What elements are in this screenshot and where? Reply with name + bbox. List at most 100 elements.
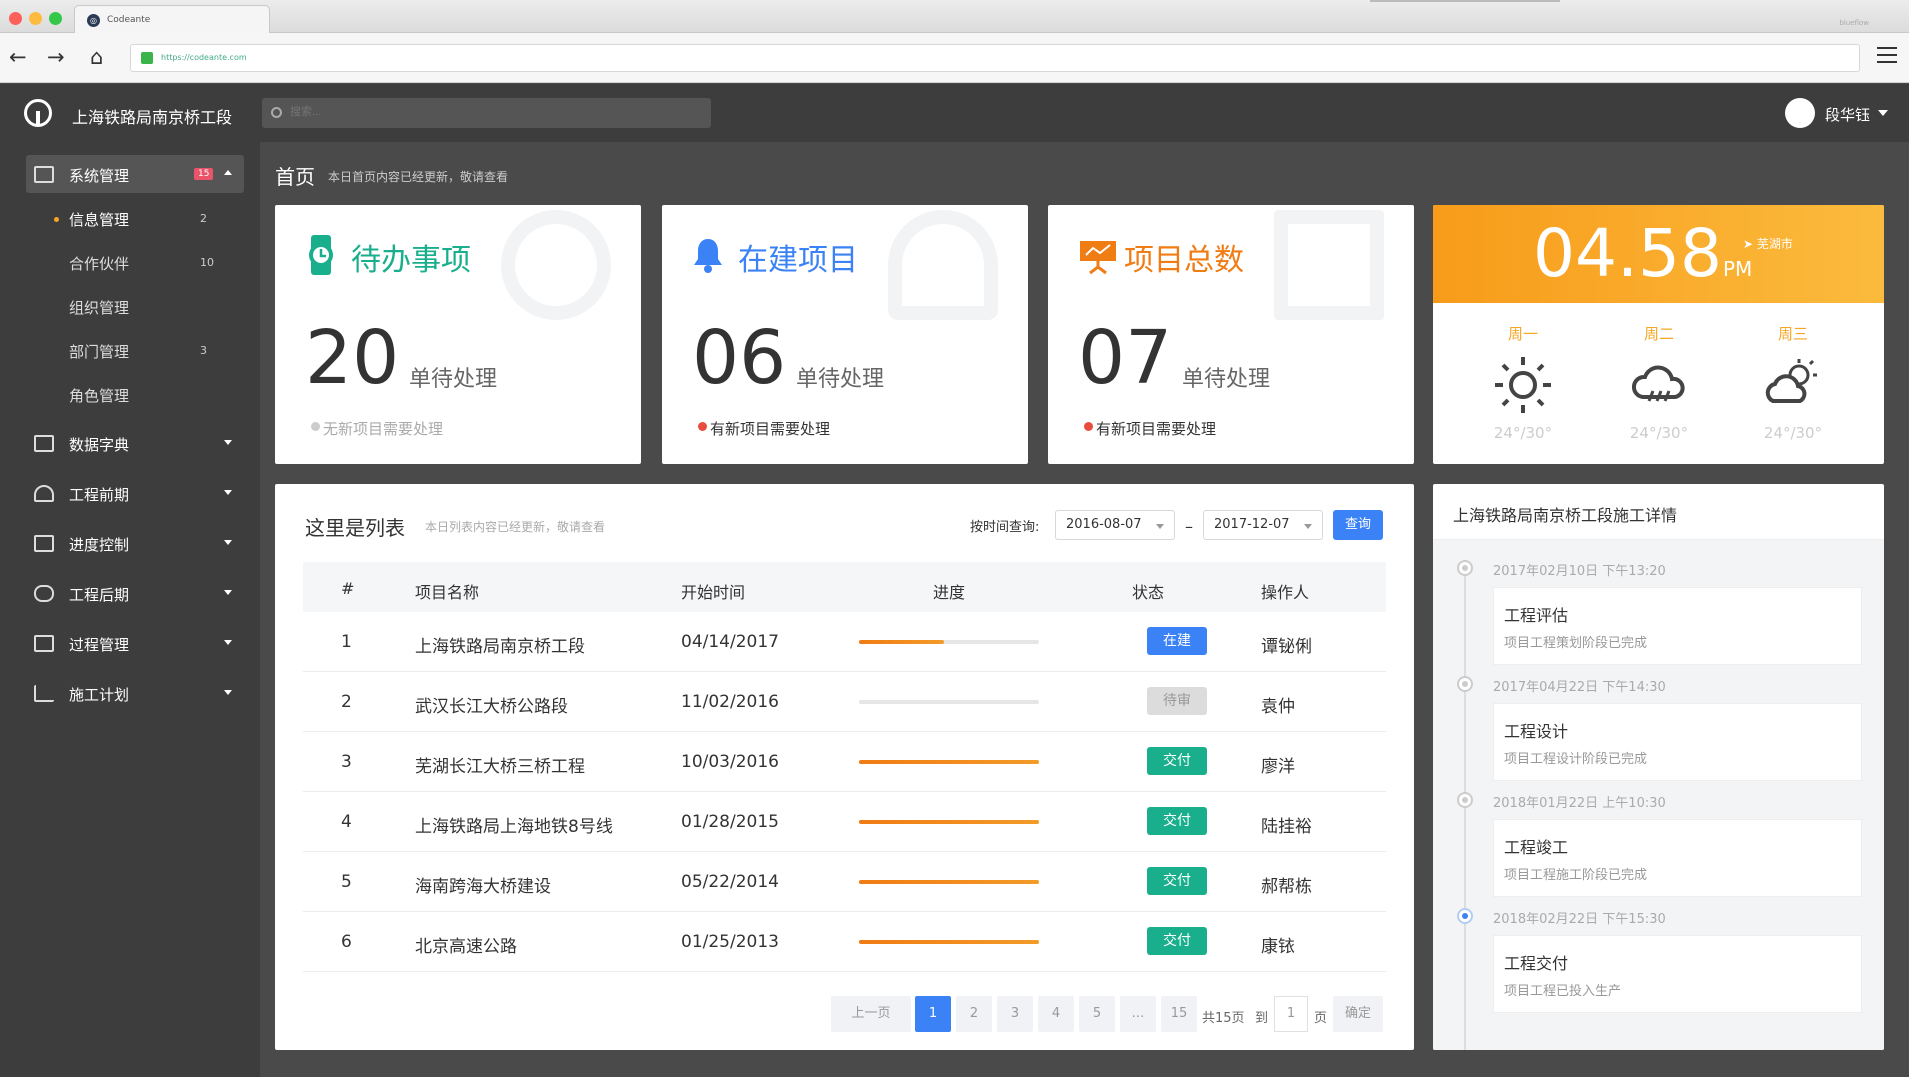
timeline-event[interactable]: 工程评估 项目工程策划阶段已完成 (1493, 587, 1862, 665)
event-title: 工程设计 (1504, 722, 1569, 741)
cell-operator: 谭铋俐 (1261, 637, 1312, 657)
card-title: 项目总数 (1124, 243, 1244, 278)
sidebar-item-process[interactable]: 过程管理 (26, 624, 244, 662)
timeline-dot-active-icon (1457, 908, 1473, 924)
weather-temp: 24°/30° (1629, 424, 1689, 442)
date-from-select[interactable]: 2016-08-07 (1055, 510, 1175, 540)
cell-operator: 廖洋 (1261, 757, 1295, 777)
avatar[interactable] (1785, 98, 1815, 128)
sidebar-subitem-organization[interactable]: 组织管理 (69, 297, 219, 327)
app-header: 上海铁路局南京桥工段 段华钰 (0, 84, 1909, 142)
confirm-goto-button[interactable]: 确定 (1333, 996, 1383, 1032)
sidebar-item-postproject[interactable]: 工程后期 (26, 574, 244, 612)
sidebar-subitem-department[interactable]: 部门管理 3 (69, 341, 219, 371)
sidebar-item-label: 施工计划 (69, 686, 130, 704)
card-title: 待办事项 (351, 243, 471, 278)
date-to-select[interactable]: 2017-12-07 (1203, 510, 1323, 540)
timeline-event[interactable]: 工程竣工 项目工程施工阶段已完成 (1493, 819, 1862, 897)
date-from-value: 2016-08-07 (1066, 517, 1142, 532)
timeline-event[interactable]: 工程交付 项目工程已投入生产 (1493, 935, 1862, 1013)
hand-icon (34, 585, 54, 602)
back-arrow-icon[interactable]: ← (9, 47, 27, 68)
card-note: 有新项目需要处理 (710, 420, 831, 438)
query-button[interactable]: 查询 (1333, 510, 1383, 540)
cell-start-date: 01/25/2013 (681, 932, 779, 952)
hamburger-menu-icon[interactable] (1877, 47, 1897, 68)
sidebar-subitem-roles[interactable]: 角色管理 (69, 385, 219, 415)
browser-profile-label[interactable]: blueflow (1839, 19, 1869, 27)
card-number-label: 单待处理 (1182, 367, 1271, 392)
user-name[interactable]: 段华钰 (1825, 104, 1870, 125)
sidebar-subitem-partners[interactable]: 合作伙伴 10 (69, 253, 219, 283)
page-button[interactable]: 5 (1079, 996, 1115, 1032)
progress-fill (859, 940, 1039, 944)
table-row[interactable]: 1 上海铁路局南京桥工段 04/14/2017 谭铋俐 在建 (303, 612, 1386, 672)
ongoing-card[interactable]: 在建项目 06 单待处理 有新项目需要处理 (662, 205, 1028, 464)
subitem-label: 信息管理 (69, 211, 130, 229)
cell-operator: 郝帮栋 (1261, 877, 1312, 897)
url-text: https://codeante.com (161, 53, 247, 62)
table-row[interactable]: 5 海南跨海大桥建设 05/22/2014 郝帮栋 交付 (303, 852, 1386, 912)
progress-bar (859, 940, 1039, 944)
page-button[interactable]: 3 (997, 996, 1033, 1032)
goto-label: 到 (1255, 1011, 1269, 1026)
close-window-button[interactable] (9, 12, 22, 25)
progress-bar (859, 820, 1039, 824)
bell-icon (694, 239, 722, 273)
page-button[interactable]: 4 (1038, 996, 1074, 1032)
monitor-icon (34, 166, 54, 183)
page-button[interactable]: 2 (956, 996, 992, 1032)
date-separator: – (1185, 517, 1193, 536)
weather-temp: 24°/30° (1493, 424, 1553, 442)
todo-card[interactable]: 待办事项 20 单待处理 无新项目需要处理 (275, 205, 641, 464)
column-header: 操作人 (1261, 583, 1310, 602)
sidebar-item-label: 系统管理 (69, 167, 130, 185)
table-row[interactable]: 3 芜湖长江大桥三桥工程 10/03/2016 廖洋 交付 (303, 732, 1386, 792)
total-card[interactable]: 项目总数 07 单待处理 有新项目需要处理 (1048, 205, 1414, 464)
sidebar-item-dictionary[interactable]: 数据字典 (26, 424, 244, 462)
status-badge: 待审 (1147, 687, 1207, 715)
search-box[interactable] (262, 98, 711, 128)
forward-arrow-icon[interactable]: → (47, 47, 65, 68)
search-input[interactable] (288, 105, 688, 119)
event-desc: 项目工程已投入生产 (1504, 984, 1622, 999)
sidebar-item-plan[interactable]: 施工计划 (26, 674, 244, 712)
weather-card: 04.58 PM ➤ 芜湖市 周一 24°/30° 周二 24°/30° 周三 … (1433, 205, 1884, 464)
timeline-dot-icon (1457, 676, 1473, 692)
page-unit-label: 页 (1314, 1011, 1328, 1026)
maximize-window-button[interactable] (49, 12, 62, 25)
table-row[interactable]: 4 上海铁路局上海地铁8号线 01/28/2015 陆挂裕 交付 (303, 792, 1386, 852)
address-bar[interactable]: https://codeante.com (130, 44, 1860, 72)
sidebar-item-preproject[interactable]: 工程前期 (26, 474, 244, 512)
status-dot-icon (698, 422, 707, 431)
page-button[interactable]: 1 (915, 996, 951, 1032)
goto-page-input[interactable]: 1 (1274, 996, 1308, 1032)
sidebar-subitem-info[interactable]: 信息管理 2 (54, 209, 219, 239)
card-title: 在建项目 (738, 243, 858, 278)
minimize-window-button[interactable] (29, 12, 42, 25)
sidebar-item-label: 过程管理 (69, 636, 130, 654)
user-menu-caret-icon[interactable] (1878, 110, 1888, 116)
progress-bar (859, 760, 1039, 764)
event-desc: 项目工程策划阶段已完成 (1504, 636, 1648, 651)
sidebar-item-label: 工程前期 (69, 486, 130, 504)
event-desc: 项目工程设计阶段已完成 (1504, 752, 1648, 767)
status-badge: 在建 (1147, 627, 1207, 655)
timeline-event[interactable]: 工程设计 项目工程设计阶段已完成 (1493, 703, 1862, 781)
cell-start-date: 11/02/2016 (681, 692, 779, 712)
cell-operator: 康铱 (1261, 937, 1295, 957)
event-title: 工程竣工 (1504, 838, 1569, 857)
home-icon[interactable]: ⌂ (90, 47, 103, 68)
chevron-down-icon (224, 540, 232, 545)
list-title: 这里是列表 (305, 516, 405, 540)
table-row[interactable]: 6 北京高速公路 01/25/2013 康铱 交付 (303, 912, 1386, 972)
table-row[interactable]: 2 武汉长江大桥公路段 11/02/2016 袁仲 待审 (303, 672, 1386, 732)
page-ellipsis: … (1120, 996, 1156, 1032)
helmet-icon (34, 485, 54, 502)
browser-tab[interactable]: ◎ Codeante (74, 5, 270, 34)
page-button[interactable]: 15 (1161, 996, 1197, 1032)
sidebar-item-system[interactable]: 系统管理 15 (26, 155, 244, 193)
prev-page-button[interactable]: 上一页 (831, 996, 911, 1032)
sidebar-item-progress[interactable]: 进度控制 (26, 524, 244, 562)
card-number: 06 (692, 315, 787, 401)
